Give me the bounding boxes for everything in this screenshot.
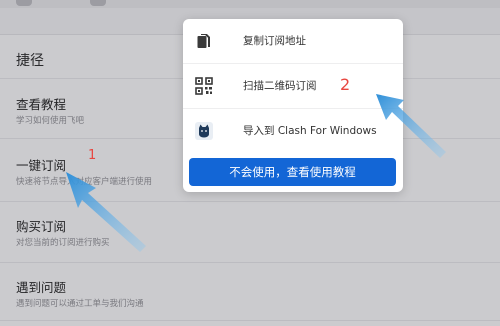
divider (0, 262, 500, 263)
marker-1: 1 (88, 148, 97, 163)
menu-item-copy-subscription[interactable]: 复制订阅地址 (183, 19, 403, 63)
menu-item-import-clash[interactable]: 导入到 Clash For Windows (183, 109, 403, 153)
top-indicator (90, 0, 106, 6)
menu-item-scan-qr[interactable]: 扫描二维码订阅 (183, 64, 403, 108)
marker-2: 2 (340, 75, 351, 94)
copy-icon (195, 32, 213, 50)
subscribe-popup: 复制订阅地址 扫描二维码订阅 导入到 Clash For Windows 不会使… (183, 19, 403, 192)
view-tutorial-button[interactable]: 不会使用，查看使用教程 (189, 158, 396, 186)
menu-item-label: 扫描二维码订阅 (243, 80, 317, 92)
clash-cat-icon (195, 122, 213, 140)
row-title: 购买订阅 (16, 219, 67, 234)
row-subtitle: 遇到问题可以通过工单与我们沟通 (16, 299, 144, 309)
top-strip (0, 0, 500, 8)
row-subtitle: 快速将节点导入对应客户端进行使用 (16, 177, 153, 187)
app-page: 捷径 查看教程 学习如何使用飞吧 一键订阅 快速将节点导入对应客户端进行使用 购… (0, 0, 500, 326)
menu-item-label: 导入到 Clash For Windows (243, 125, 377, 137)
divider (0, 201, 500, 202)
row-title: 遇到问题 (16, 280, 67, 295)
divider (0, 320, 500, 321)
section-title: 捷径 (16, 53, 44, 69)
row-title: 查看教程 (16, 97, 67, 112)
top-indicator (16, 0, 32, 6)
qr-code-icon (195, 77, 213, 95)
row-subtitle: 对您当前的订阅进行购买 (16, 238, 110, 248)
row-subtitle: 学习如何使用飞吧 (16, 116, 85, 126)
menu-item-label: 复制订阅地址 (243, 35, 306, 47)
row-title: 一键订阅 (16, 158, 67, 173)
